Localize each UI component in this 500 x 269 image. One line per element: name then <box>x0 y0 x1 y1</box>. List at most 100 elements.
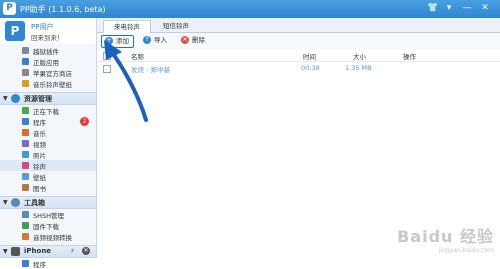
bell-icon <box>22 162 29 169</box>
plugin-icon <box>22 47 29 54</box>
resource-icon <box>11 94 20 103</box>
sidebar-item-apple-store[interactable]: 苹果官方商店 <box>0 67 96 78</box>
close-button[interactable]: ✕ <box>478 2 492 15</box>
sidebar-item-wallpaper[interactable]: 壁纸 <box>0 171 96 182</box>
sidebar-item-label: 苹果官方商店 <box>33 70 72 78</box>
delete-button-label: 删除 <box>192 36 205 44</box>
section-resource-management[interactable]: ▼ 资源管理 <box>0 92 96 105</box>
ringtone-time: 00:38 <box>301 64 320 72</box>
sidebar-item-label: 壁纸 <box>33 174 46 182</box>
sidebar-item-label: 图书 <box>33 185 46 193</box>
user-panel[interactable]: P PP用户 回来到来！ <box>0 18 96 44</box>
photo-icon <box>22 151 29 158</box>
column-header-size[interactable]: 大小 <box>353 51 366 61</box>
sidebar-item-label: 音频视频转换 <box>33 234 72 242</box>
sidebar-item-label: 音乐 <box>33 130 46 138</box>
user-name[interactable]: PP用户 <box>31 22 53 32</box>
program-icon <box>22 118 29 125</box>
sidebar-item-genuine-apps[interactable]: 正版应用 <box>0 56 96 67</box>
sidebar-item-label: 音乐铃声壁纸 <box>33 81 72 89</box>
sidebar-item-ringtones[interactable]: 铃声 <box>0 160 96 171</box>
import-icon: ↑ <box>143 36 151 44</box>
section-label: 工具箱 <box>24 199 45 207</box>
title-bar: P PP助手 (1.1.0.6, beta) 👕 ▾ — ✕ <box>0 0 500 18</box>
firmware-icon <box>22 222 29 229</box>
table-header: 名称 时间 大小 操作 <box>97 49 500 62</box>
sidebar-item-jailbreak-plugins[interactable]: 越狱插件 <box>0 45 96 56</box>
sidebar-item-label: 照片 <box>33 152 46 160</box>
sidebar-item-label: 正在下载 <box>33 108 59 116</box>
music-note-icon <box>22 129 29 136</box>
add-button-label: 添加 <box>116 37 129 45</box>
update-count-badge: 2 <box>80 117 89 126</box>
usb-icon[interactable]: ⚡ <box>70 247 75 255</box>
sidebar-item-label: 程序 <box>33 261 46 269</box>
sidebar-item-device-programs[interactable]: 程序 <box>0 258 96 269</box>
collapse-triangle-icon[interactable]: ▼ <box>3 95 8 102</box>
collapse-triangle-icon[interactable]: ▼ <box>3 248 8 255</box>
sidebar-item-label: 越狱插件 <box>33 48 59 56</box>
app-logo-icon: P <box>3 2 16 15</box>
eject-icon[interactable]: ✕ <box>82 247 90 255</box>
apple-icon <box>22 69 29 76</box>
ringtone-name[interactable]: 发烧 - 郑中基 <box>131 64 170 74</box>
toolbox-icon <box>11 198 20 207</box>
watermark-url: jingyan.baidu.com <box>438 247 494 254</box>
shsh-icon <box>22 211 29 218</box>
watermark: Baidu 经验 jingyan.baidu.com <box>397 223 494 254</box>
delete-button[interactable]: ✕ 删除 <box>181 35 205 46</box>
section-label: iPhone <box>24 247 52 255</box>
sidebar-item-books[interactable]: 图书 <box>0 182 96 193</box>
sidebar-item-label: 固件下载 <box>33 223 59 231</box>
book-icon <box>22 184 29 191</box>
skin-icon[interactable]: 👕 <box>426 2 440 15</box>
watermark-brand: Baidu 经验 <box>397 227 494 246</box>
column-header-action[interactable]: 操作 <box>403 51 416 61</box>
table-row[interactable]: 发烧 - 郑中基 00:38 1.35 MB <box>97 62 500 74</box>
iphone-icon <box>11 247 20 256</box>
row-checkbox[interactable] <box>103 65 111 73</box>
toolbar: + 添加 ↑ 导入 ✕ 删除 <box>97 33 500 50</box>
sidebar-item-shsh[interactable]: SHSH管理 <box>0 209 96 220</box>
video-icon <box>22 140 29 147</box>
add-icon: + <box>105 37 113 45</box>
add-button[interactable]: + 添加 <box>101 35 134 48</box>
convert-icon <box>22 233 29 240</box>
sidebar-item-label: 视频 <box>33 141 46 149</box>
import-button-label: 导入 <box>154 36 167 44</box>
column-header-name[interactable]: 名称 <box>131 51 144 61</box>
delete-icon: ✕ <box>181 36 189 44</box>
sidebar-item-label: 程序 <box>33 119 46 127</box>
user-greeting: 回来到来！ <box>31 34 64 42</box>
import-button[interactable]: ↑ 导入 <box>143 35 167 46</box>
sidebar-item-firmware-download[interactable]: 固件下载 <box>0 220 96 231</box>
wallpaper-icon <box>22 173 29 180</box>
music-icon <box>22 80 29 87</box>
tab-bar: 来电铃声 短信铃声 <box>97 18 500 33</box>
sidebar-item-music-ringtone-wallpaper[interactable]: 音乐铃声壁纸 <box>0 78 96 89</box>
sidebar-item-video[interactable]: 视频 <box>0 138 96 149</box>
section-iphone[interactable]: ▼ iPhone ⚡ ✕ <box>0 245 96 258</box>
section-toolbox[interactable]: ▼ 工具箱 <box>0 196 96 209</box>
tab-incoming-ringtones[interactable]: 来电铃声 <box>103 20 151 33</box>
avatar[interactable]: P <box>5 21 25 41</box>
minimize-button[interactable]: — <box>460 2 474 15</box>
sidebar-item-photos[interactable]: 照片 <box>0 149 96 160</box>
ringtone-size: 1.35 MB <box>345 64 372 72</box>
sidebar-item-label: 正版应用 <box>33 59 59 67</box>
select-all-checkbox[interactable] <box>103 52 111 60</box>
sidebar-item-downloading[interactable]: 正在下载 <box>0 105 96 116</box>
sidebar-item-music[interactable]: 音乐 <box>0 127 96 138</box>
sidebar-item-av-convert[interactable]: 音频视频转换 <box>0 231 96 242</box>
section-label: 资源管理 <box>24 95 52 103</box>
sidebar-item-programs[interactable]: 程序 2 <box>0 116 96 127</box>
tab-sms-ringtones[interactable]: 短信铃声 <box>153 20 199 32</box>
collapse-triangle-icon[interactable]: ▼ <box>3 199 8 206</box>
sidebar-item-label: SHSH管理 <box>33 212 65 220</box>
column-header-time[interactable]: 时间 <box>303 51 316 61</box>
window-title: PP助手 (1.1.0.6, beta) <box>20 5 106 14</box>
sidebar-item-label: 铃声 <box>33 163 46 171</box>
menu-dropdown-icon[interactable]: ▾ <box>442 2 456 15</box>
program-icon <box>22 260 29 267</box>
sidebar: P PP用户 回来到来！ 越狱插件 正版应用 苹果官方商店 音乐铃声壁纸 ▼ 资… <box>0 18 97 269</box>
